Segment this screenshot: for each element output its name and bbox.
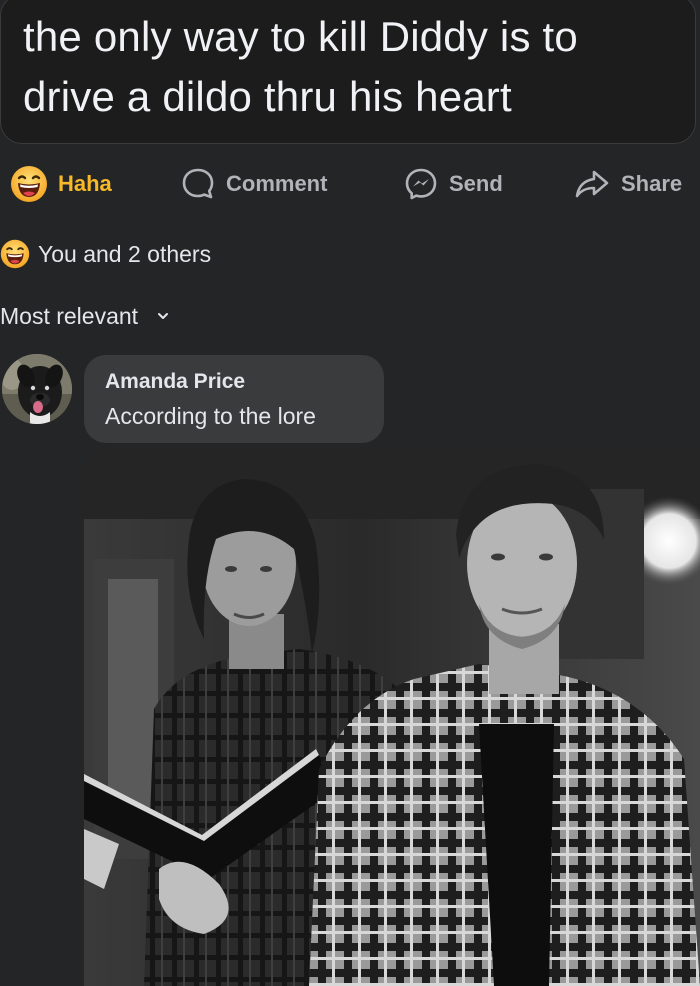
comment-sort-dropdown[interactable]: Most relevant [0, 296, 170, 336]
comment-button[interactable]: Comment [180, 162, 327, 206]
comment-icon [180, 166, 216, 202]
reaction-summary-text: You and 2 others [38, 240, 212, 267]
post-text-box: the only way to kill Diddy is to drive a… [0, 0, 696, 144]
avatar[interactable] [2, 354, 72, 424]
send-button[interactable]: Send [403, 162, 503, 206]
post-screen: the only way to kill Diddy is to drive a… [0, 0, 700, 986]
share-label: Share [621, 171, 683, 196]
dog-avatar-image [2, 354, 72, 424]
post-text-line-2: drive a dildo thru his heart [23, 73, 512, 120]
haha-emoji-icon [10, 165, 48, 203]
comment-text: According to the lore [105, 403, 316, 429]
post-text-line-1: the only way to kill Diddy is to [23, 13, 578, 60]
comment-sort-label: Most relevant [0, 302, 139, 329]
haha-reaction-button[interactable]: Haha [10, 162, 112, 206]
haha-emoji-icon [0, 239, 30, 269]
comment-author[interactable]: Amanda Price [105, 369, 384, 395]
attached-photo [84, 449, 700, 986]
comment-photo-attachment[interactable] [84, 449, 700, 986]
comment-label: Comment [226, 171, 328, 196]
share-button[interactable]: Share [573, 162, 682, 206]
chevron-down-icon [156, 311, 170, 321]
share-icon [573, 167, 611, 201]
haha-label: Haha [58, 171, 112, 196]
send-label: Send [449, 171, 503, 196]
post-action-bar: Haha Comment Send Share [0, 162, 700, 206]
comment-bubble[interactable]: Amanda Price According to the lore [84, 355, 384, 443]
messenger-icon [403, 166, 439, 202]
reaction-summary[interactable]: You and 2 others [0, 234, 211, 274]
